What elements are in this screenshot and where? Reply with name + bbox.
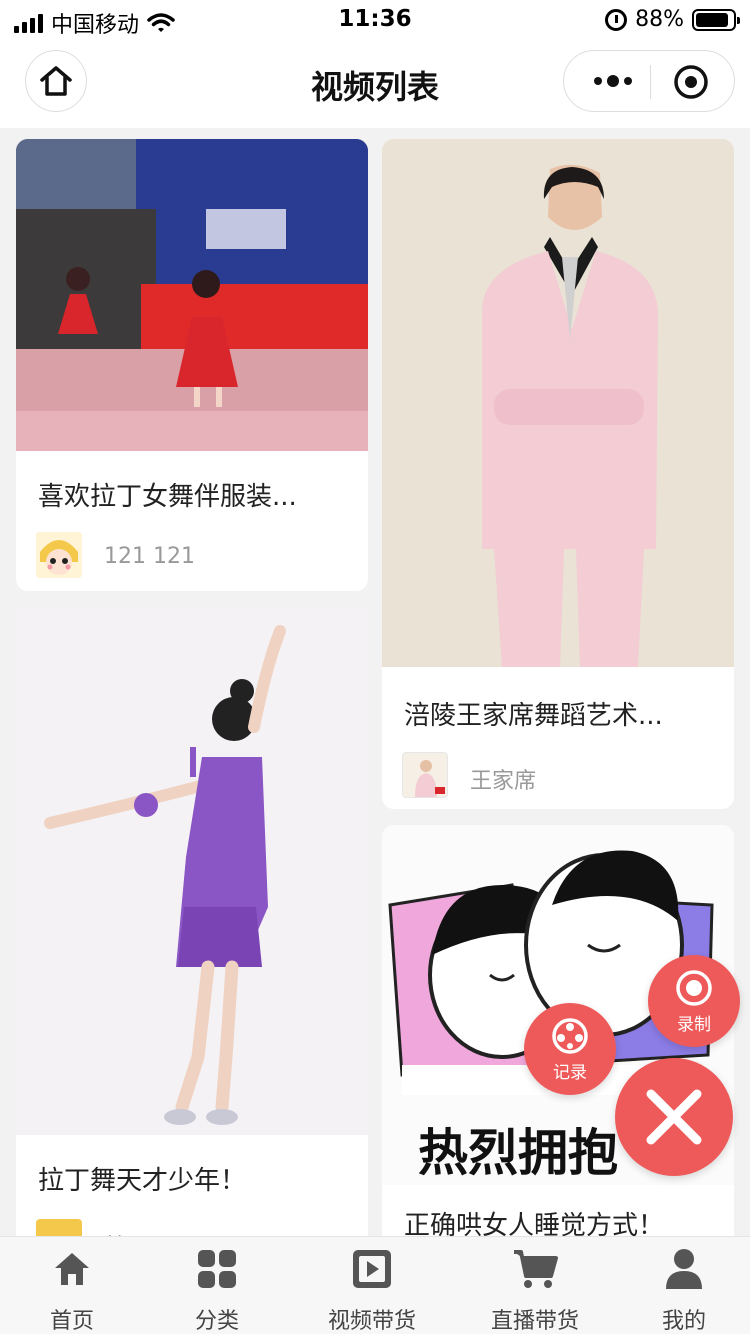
video-card[interactable]: 涪陵王家席舞蹈艺术... 王家席 xyxy=(382,139,734,809)
capsule-divider xyxy=(650,65,651,99)
video-thumbnail xyxy=(16,607,368,1135)
tab-category[interactable]: 分类 xyxy=(167,1237,267,1334)
video-title: 喜欢拉丁女舞伴服装... xyxy=(38,482,297,512)
author-avatar xyxy=(402,752,448,798)
battery-percent: 88% xyxy=(635,7,684,32)
alarm-icon xyxy=(605,8,628,31)
grid-icon xyxy=(198,1250,236,1288)
author-name: 王家席 xyxy=(470,769,537,794)
author-name: 121 121 xyxy=(104,544,195,569)
battery-icon xyxy=(692,8,740,31)
home-icon xyxy=(55,1253,89,1285)
video-title: 涪陵王家席舞蹈艺术... xyxy=(404,701,663,731)
record-button[interactable]: 录制 xyxy=(648,955,740,1047)
navigation-bar: 视频列表 xyxy=(0,42,750,128)
more-button[interactable] xyxy=(580,51,646,111)
close-menu-button[interactable] xyxy=(615,1058,733,1176)
tab-label: 直播带货 xyxy=(490,1309,579,1334)
tab-label: 首页 xyxy=(49,1309,94,1334)
close-program-button[interactable] xyxy=(672,63,710,101)
meme-caption: 热烈拥抱 xyxy=(418,1124,618,1182)
mini-program-capsule xyxy=(563,50,735,112)
history-button-label: 记录 xyxy=(553,1062,587,1083)
tab-label: 视频带货 xyxy=(327,1309,416,1334)
close-x-icon xyxy=(646,1089,702,1145)
cart-icon xyxy=(514,1250,558,1288)
history-button[interactable]: 记录 xyxy=(524,1003,616,1095)
play-square-icon xyxy=(353,1250,391,1288)
video-card[interactable]: 拉丁舞天才少年！ 林柔0000 xyxy=(16,607,368,1287)
record-button-label: 录制 xyxy=(677,1014,711,1035)
status-bar: 中国移动 11:36 88% xyxy=(0,0,750,42)
target-close-icon xyxy=(674,65,708,99)
battery-level-fill xyxy=(696,12,728,27)
video-card[interactable]: 喜欢拉丁女舞伴服装... 121 121 xyxy=(16,139,368,591)
author-avatar xyxy=(36,532,82,578)
tab-video-sales[interactable]: 视频带货 xyxy=(312,1237,432,1334)
video-thumbnail xyxy=(382,139,734,667)
tab-label: 分类 xyxy=(194,1309,239,1334)
bottom-tab-bar: 首页 分类 视频带货 直播带货 我的 xyxy=(0,1236,750,1334)
video-thumbnail xyxy=(16,139,368,451)
tab-home[interactable]: 首页 xyxy=(22,1237,122,1334)
film-reel-icon xyxy=(552,1017,588,1054)
record-icon xyxy=(676,969,712,1006)
tab-mine[interactable]: 我的 xyxy=(634,1237,734,1334)
video-title: 拉丁舞天才少年！ xyxy=(38,1166,247,1196)
tab-label: 我的 xyxy=(661,1309,706,1334)
user-icon xyxy=(666,1249,702,1289)
tab-live-sales[interactable]: 直播带货 xyxy=(475,1237,595,1334)
